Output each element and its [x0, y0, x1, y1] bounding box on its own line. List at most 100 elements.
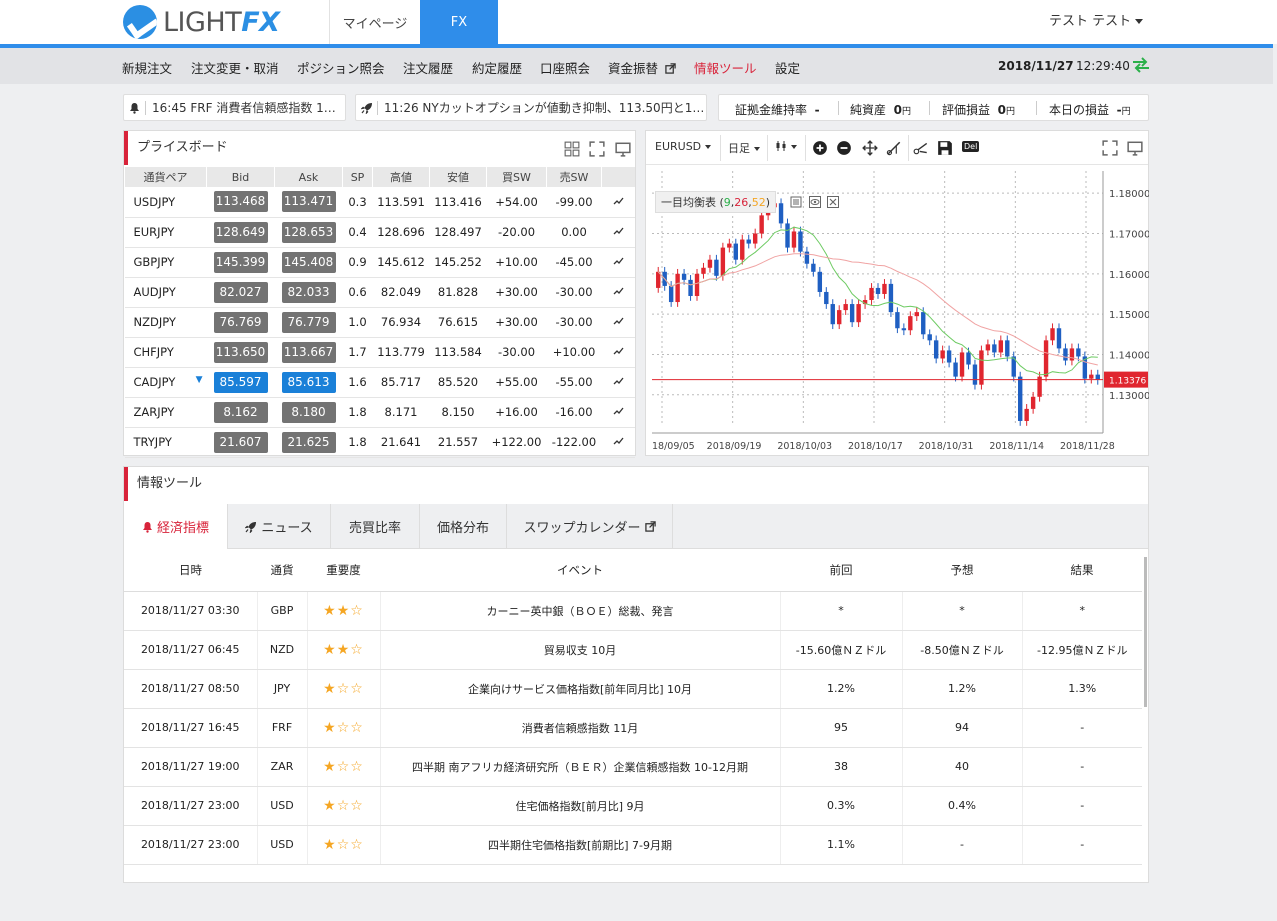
menu-fund-transfer[interactable]: 資金振替: [608, 58, 676, 77]
priceboard-row[interactable]: USDJPY 113.468 113.471 0.3 113.591 113.416 +54…: [124, 187, 635, 218]
spread: 1.8: [342, 397, 373, 428]
tab-news[interactable]: ニュース: [228, 504, 331, 549]
x-tick-label: 2018/11/14: [989, 441, 1044, 452]
event-row[interactable]: 2018/11/27 23:00 USD ★☆☆ 住宅価格指数[前月比] 9月 0.3%…: [124, 786, 1142, 826]
high-price: 113.779: [372, 337, 430, 368]
event-row[interactable]: 2018/11/27 16:45 FRF ★☆☆ 消費者信頼感指数 11月 95 94-: [124, 708, 1142, 748]
event-row[interactable]: 2018/11/27 19:00 ZAR ★☆☆ 四半期 南アフリカ経済研究所（ＢＥＲ…: [124, 747, 1142, 787]
bid-price-button[interactable]: 145.399: [213, 251, 268, 273]
tab-price-distribution[interactable]: 価格分布: [420, 504, 507, 549]
monitor-icon[interactable]: [615, 141, 631, 157]
tab-fx[interactable]: FX: [420, 0, 498, 44]
menu-order-change[interactable]: 注文変更・取消: [191, 58, 279, 77]
indicator-visibility-icon[interactable]: [809, 196, 821, 208]
bid-price-button[interactable]: 85.597: [213, 371, 268, 393]
bid-price-button[interactable]: 76.769: [213, 311, 268, 333]
menu-positions[interactable]: ポジション照会: [297, 58, 385, 77]
ask-price-button[interactable]: 85.613: [281, 371, 336, 393]
monitor-icon[interactable]: [1127, 140, 1143, 156]
menu-settings[interactable]: 設定: [775, 58, 800, 77]
mini-chart-icon[interactable]: [613, 225, 624, 236]
symbol-select[interactable]: EURUSD: [655, 140, 712, 153]
draw-line-icon[interactable]: [886, 140, 902, 156]
bid-price-button[interactable]: 113.468: [213, 191, 268, 213]
priceboard-row[interactable]: TRYJPY 21.607 21.625 1.8 21.641 21.557 +122.00…: [124, 427, 635, 458]
zoom-in-icon[interactable]: [812, 140, 828, 156]
menu-info-tools[interactable]: 情報ツール: [694, 58, 757, 77]
ask-price-button[interactable]: 8.180: [281, 401, 336, 423]
scissors-icon[interactable]: [913, 140, 929, 156]
grid-view-icon[interactable]: [564, 141, 580, 157]
mini-chart-icon[interactable]: [613, 345, 624, 356]
save-icon[interactable]: [937, 140, 953, 156]
candle-body: [940, 350, 945, 359]
x-tick-label: 2018/11/28: [1060, 441, 1115, 452]
event-name: 住宅価格指数[前月比] 9月: [380, 786, 781, 826]
mini-chart-icon[interactable]: [613, 375, 624, 386]
indicator-settings-icon[interactable]: [790, 196, 802, 208]
mini-chart-icon[interactable]: [613, 255, 624, 266]
lightfx-logo[interactable]: LIGHTFX: [123, 5, 280, 39]
priceboard-row[interactable]: GBPJPY 145.399 145.408 0.9 145.612 145.252 +10…: [124, 247, 635, 278]
ask-price-button[interactable]: 128.653: [281, 221, 336, 243]
mini-chart-icon[interactable]: [613, 195, 624, 206]
ask-price-button[interactable]: 113.667: [281, 341, 336, 363]
mini-chart-icon[interactable]: [613, 315, 624, 326]
ask-price-button[interactable]: 145.408: [281, 251, 336, 273]
news-ticker-1[interactable]: 16:45 FRF 消費者信頼感指数 1…: [123, 94, 346, 121]
priceboard-row[interactable]: ZARJPY 8.162 8.180 1.8 8.171 8.150 +16.00 -16.0…: [124, 397, 635, 428]
bell-icon: [124, 100, 146, 115]
event-row[interactable]: 2018/11/27 08:50 JPY ★☆☆ 企業向けサービス価格指数[前年同月比…: [124, 669, 1142, 709]
bid-price-button[interactable]: 21.607: [213, 431, 268, 453]
priceboard-row[interactable]: AUDJPY 82.027 82.033 0.6 82.049 81.828 +30.00-…: [124, 277, 635, 308]
move-icon[interactable]: [862, 140, 878, 156]
expand-icon[interactable]: [1102, 140, 1118, 156]
menu-execution-history[interactable]: 約定履歴: [472, 58, 522, 77]
candlestick-icon: [776, 141, 786, 151]
sync-arrows-icon[interactable]: [1132, 57, 1150, 73]
ask-price-button[interactable]: 113.471: [281, 191, 336, 213]
ask-price-button[interactable]: 21.625: [281, 431, 336, 453]
ask-price-button[interactable]: 82.033: [281, 281, 336, 303]
priceboard-row[interactable]: CHFJPY 113.650 113.667 1.7 113.779 113.584 -30…: [124, 337, 635, 368]
event-row[interactable]: 2018/11/27 03:30 GBP ★★☆ カーニー英中銀（ＢＯＥ）総裁、発言 *…: [124, 591, 1142, 631]
events-scrollbar[interactable]: [1144, 557, 1147, 707]
menu-new-order[interactable]: 新規注文: [122, 58, 172, 77]
event-row[interactable]: 2018/11/27 23:00 USD ★☆☆ 四半期住宅価格指数[前期比] 7-9…: [124, 825, 1142, 865]
chart-type-select[interactable]: [775, 140, 797, 153]
logo-mark-icon: [123, 5, 157, 39]
mini-chart-icon[interactable]: [613, 285, 624, 296]
priceboard-row[interactable]: NZDJPY 76.769 76.779 1.0 76.934 76.615 +30.00-…: [124, 307, 635, 338]
priceboard-row[interactable]: EURJPY 128.649 128.653 0.4 128.696 128.497 -20…: [124, 217, 635, 248]
buy-swap: -20.00: [486, 217, 547, 248]
event-row[interactable]: 2018/11/27 06:45 NZD ★★☆ 貿易収支 10月 -15.60億ＮＺド…: [124, 630, 1142, 670]
mini-chart-icon[interactable]: [613, 435, 624, 446]
menu-order-history[interactable]: 注文履歴: [403, 58, 453, 77]
bid-price-button[interactable]: 128.649: [213, 221, 268, 243]
period-select[interactable]: 日足: [728, 140, 760, 156]
delete-drawings-button[interactable]: Del: [962, 141, 980, 152]
tab-trade-ratio[interactable]: 売買比率: [331, 504, 420, 549]
bid-price-button[interactable]: 113.650: [213, 341, 268, 363]
event-datetime: 2018/11/27 16:45: [124, 708, 258, 748]
tab-swap-calendar[interactable]: スワップカレンダー: [507, 504, 673, 549]
tab-economic-indicators[interactable]: 経済指標: [124, 504, 228, 549]
news-ticker-2[interactable]: 11:26 NYカットオプションが値動き抑制、113.50円と1…: [355, 94, 707, 121]
sell-swap: -99.00: [546, 187, 602, 218]
user-menu[interactable]: テスト テスト: [1049, 10, 1144, 29]
bid-price-button[interactable]: 8.162: [213, 401, 268, 423]
high-price: 8.171: [372, 397, 430, 428]
bid-price-button[interactable]: 82.027: [213, 281, 268, 303]
ask-price-button[interactable]: 76.779: [281, 311, 336, 333]
indicator-close-icon[interactable]: [827, 196, 839, 208]
zoom-out-icon[interactable]: [836, 140, 852, 156]
priceboard-row[interactable]: CADJPY ▼ 85.597 85.613 1.6 85.717 85.520 +55.00…: [124, 367, 635, 398]
price-chart[interactable]: 1.18000 1.17000 1.16000 1.15000 1.14000 1.130…: [649, 171, 1149, 455]
menu-account[interactable]: 口座照会: [540, 58, 590, 77]
expand-icon[interactable]: [589, 141, 605, 157]
candle-body: [733, 243, 738, 260]
currency-pair: TRYJPY: [124, 427, 207, 458]
tab-mypage[interactable]: マイページ: [329, 0, 420, 44]
mini-chart-icon[interactable]: [613, 405, 624, 416]
indicator-legend[interactable]: 一目均衡表 (9,26,52): [655, 191, 777, 213]
